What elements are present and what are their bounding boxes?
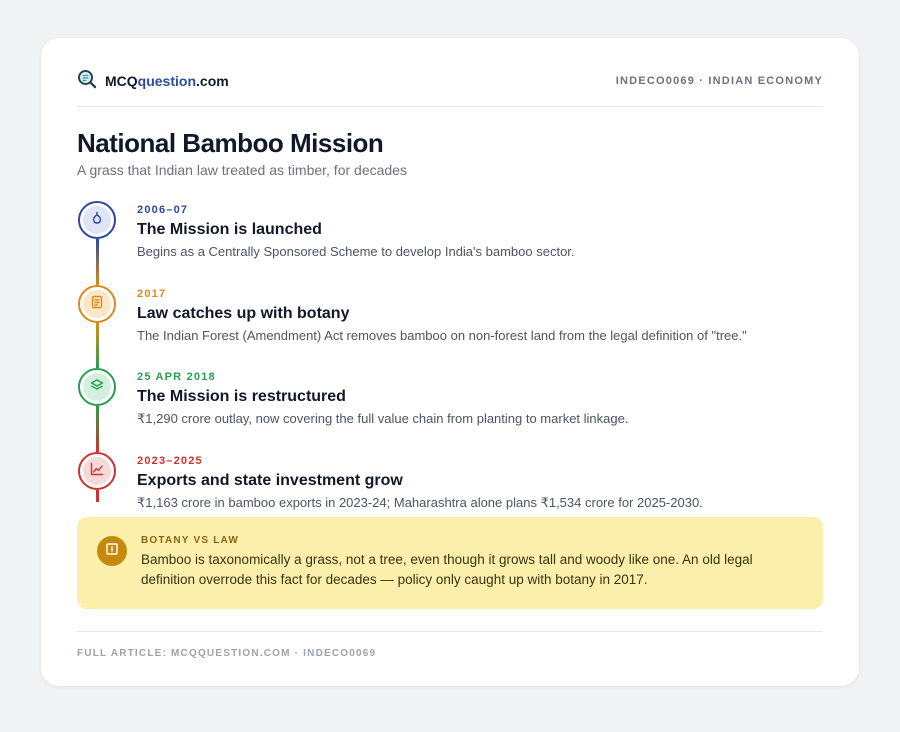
- timeline-connector: [96, 239, 99, 285]
- event-date: 25 APR 2018: [137, 371, 216, 383]
- timeline-event-4: 2023–2025 Exports and state investment g…: [77, 452, 817, 510]
- callout-text: Bamboo is taxonomically a grass, not a t…: [141, 552, 753, 587]
- callout-box: BOTANY VS LAW Bamboo is taxonomically a …: [77, 517, 823, 609]
- article-tag: INDECO0069 · INDIAN ECONOMY: [615, 75, 823, 87]
- footer-divider: [77, 631, 823, 632]
- event-title: The Mission is launched: [137, 221, 322, 238]
- layers-icon: [90, 378, 104, 397]
- book-icon: [105, 542, 119, 561]
- timeline-connector: [96, 406, 99, 452]
- page-subtitle: A grass that Indian law treated as timbe…: [77, 162, 407, 178]
- event-date: 2017: [137, 288, 167, 300]
- bamboo-shoot-icon: [90, 211, 104, 230]
- event-description: The Indian Forest (Amendment) Act remove…: [137, 328, 747, 343]
- chart-icon: [90, 462, 104, 481]
- event-date: 2023–2025: [137, 455, 203, 467]
- event-description: ₹1,290 crore outlay, now covering the fu…: [137, 411, 629, 426]
- footer-text[interactable]: FULL ARTICLE: MCQQUESTION.COM · INDECO00…: [77, 648, 376, 659]
- event-description: ₹1,163 crore in bamboo exports in 2023-2…: [137, 495, 703, 510]
- magnifier-logo-icon: [77, 69, 97, 94]
- timeline-node: [78, 201, 116, 239]
- document-icon: [90, 295, 104, 314]
- timeline-node: [78, 452, 116, 490]
- event-title: Exports and state investment grow: [137, 472, 403, 489]
- timeline-node: [78, 285, 116, 323]
- callout-label: BOTANY VS LAW: [141, 535, 240, 546]
- page-title: National Bamboo Mission: [77, 128, 384, 158]
- infographic-card: MCQquestion.com INDECO0069 · INDIAN ECON…: [41, 38, 859, 686]
- event-title: Law catches up with botany: [137, 305, 350, 322]
- callout-icon-badge: [97, 536, 127, 566]
- event-title: The Mission is restructured: [137, 388, 346, 405]
- timeline-event-1: 2006–07 The Mission is launched Begins a…: [77, 201, 817, 285]
- timeline-connector: [96, 490, 99, 502]
- timeline-node: [78, 368, 116, 406]
- brand[interactable]: MCQquestion.com: [77, 69, 229, 94]
- event-description: Begins as a Centrally Sponsored Scheme t…: [137, 244, 575, 259]
- event-date: 2006–07: [137, 204, 189, 216]
- brand-name: MCQquestion.com: [105, 73, 229, 89]
- timeline-connector: [96, 323, 99, 368]
- timeline-event-3: 25 APR 2018 The Mission is restructured …: [77, 368, 817, 452]
- timeline-event-2: 2017 Law catches up with botany The Indi…: [77, 285, 817, 368]
- header: MCQquestion.com INDECO0069 · INDIAN ECON…: [77, 69, 823, 94]
- header-divider: [77, 106, 823, 107]
